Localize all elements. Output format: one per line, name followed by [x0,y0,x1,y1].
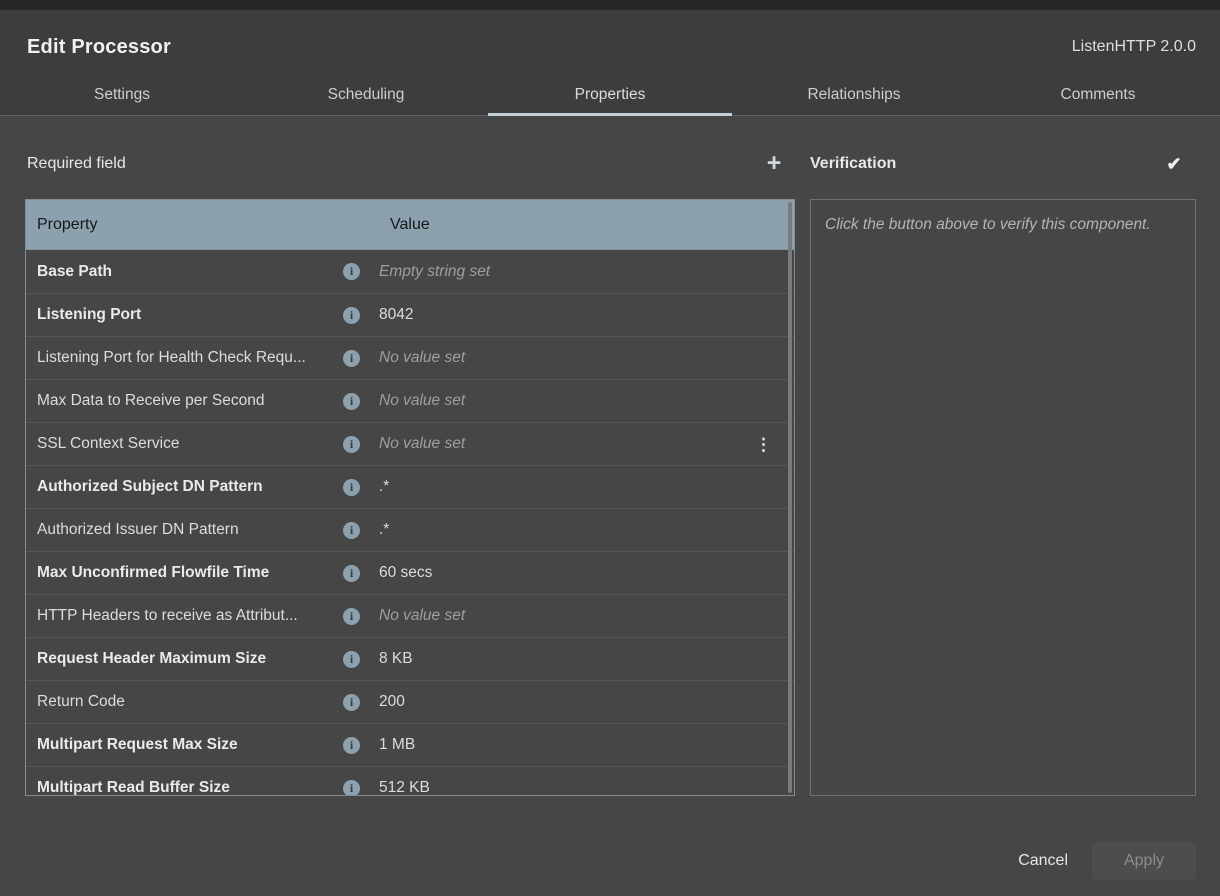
component-version: ListenHTTP 2.0.0 [1072,38,1196,56]
info-icon[interactable]: i [343,780,360,797]
property-value[interactable]: .* [379,478,794,496]
tab-properties[interactable]: Properties [488,75,732,115]
info-icon[interactable]: i [343,307,360,324]
verification-results-panel: Click the button above to verify this co… [810,199,1196,796]
dialog-header: Edit Processor ListenHTTP 2.0.0 Settings… [0,10,1220,116]
table-row[interactable]: Base Pathi Empty string set [26,250,794,293]
plus-icon: + [767,151,782,176]
property-name: Listening Port [26,306,343,324]
tab-bar: SettingsSchedulingPropertiesRelationship… [0,75,1220,115]
verification-heading: Verification [810,150,896,178]
property-value[interactable]: Empty string set [379,263,794,281]
info-icon[interactable]: i [343,479,360,496]
property-name: SSL Context Service [26,435,343,453]
table-row[interactable]: Return Codei 200 [26,680,794,723]
property-name: Base Path [26,263,343,281]
property-name: Authorized Subject DN Pattern [26,478,343,496]
table-row[interactable]: Request Header Maximum Sizei 8 KB [26,637,794,680]
property-name: Multipart Request Max Size [26,736,343,754]
property-name: Multipart Read Buffer Size [26,779,343,796]
info-icon[interactable]: i [343,263,360,280]
property-value[interactable]: 8042 [379,306,794,324]
column-header-value: Value [371,216,794,234]
property-value[interactable]: .* [379,521,794,539]
property-name: Listening Port for Health Check Requ... [26,349,343,367]
table-body: Base PathiEmpty string setListening Port… [26,250,794,796]
property-name: Max Unconfirmed Flowfile Time [26,564,343,582]
verification-hint-text: Click the button above to verify this co… [825,213,1181,237]
add-property-button[interactable]: + [760,150,788,178]
verify-button[interactable]: ✔ [1160,150,1188,178]
table-row[interactable]: Listening Port for Health Check Requ...i… [26,336,794,379]
column-header-property: Property [26,216,371,234]
property-value[interactable]: No value set [379,349,794,367]
required-field-heading: Required field [27,150,126,178]
property-name: Max Data to Receive per Second [26,392,343,410]
table-row[interactable]: Max Data to Receive per Secondi No value … [26,379,794,422]
apply-button[interactable]: Apply [1092,842,1196,880]
table-row[interactable]: Max Unconfirmed Flowfile Timei 60 secs [26,551,794,594]
info-icon[interactable]: i [343,651,360,668]
table-row[interactable]: SSL Context Servicei No value set⋮ [26,422,794,465]
cancel-button[interactable]: Cancel [1018,852,1068,870]
tab-relationships[interactable]: Relationships [732,75,976,115]
info-icon[interactable]: i [343,694,360,711]
info-icon[interactable]: i [343,565,360,582]
check-icon: ✔ [1166,154,1181,175]
property-value[interactable]: No value set [379,435,794,453]
dialog-footer: Cancel Apply [1018,842,1196,880]
table-header-row: Property Value [26,200,794,250]
table-scrollbar[interactable] [788,202,792,793]
property-name: Return Code [26,693,343,711]
kebab-vertical-icon[interactable]: ⋮ [755,423,772,466]
property-value[interactable]: 8 KB [379,650,794,668]
info-icon[interactable]: i [343,522,360,539]
edit-processor-dialog: Edit Processor ListenHTTP 2.0.0 Settings… [0,10,1220,896]
property-name: Request Header Maximum Size [26,650,343,668]
dialog-title: Edit Processor [27,36,171,59]
tab-settings[interactable]: Settings [0,75,244,115]
tab-comments[interactable]: Comments [976,75,1220,115]
table-row[interactable]: Authorized Subject DN Patterni .* [26,465,794,508]
property-value[interactable]: 200 [379,693,794,711]
info-icon[interactable]: i [343,608,360,625]
property-value[interactable]: 1 MB [379,736,794,754]
property-name: Authorized Issuer DN Pattern [26,521,343,539]
table-row[interactable]: Multipart Request Max Sizei 1 MB [26,723,794,766]
property-value[interactable]: 60 secs [379,564,794,582]
property-value[interactable]: No value set [379,392,794,410]
table-row[interactable]: Listening Porti 8042 [26,293,794,336]
properties-table: Property Value Base PathiEmpty string se… [25,199,795,796]
table-row[interactable]: HTTP Headers to receive as Attribut...i N… [26,594,794,637]
info-icon[interactable]: i [343,393,360,410]
table-row[interactable]: Authorized Issuer DN Patterni .* [26,508,794,551]
tab-scheduling[interactable]: Scheduling [244,75,488,115]
table-row[interactable]: Multipart Read Buffer Sizei 512 KB [26,766,794,796]
property-value[interactable]: No value set [379,607,794,625]
info-icon[interactable]: i [343,737,360,754]
property-name: HTTP Headers to receive as Attribut... [26,607,343,625]
property-value[interactable]: 512 KB [379,779,794,796]
info-icon[interactable]: i [343,436,360,453]
info-icon[interactable]: i [343,350,360,367]
